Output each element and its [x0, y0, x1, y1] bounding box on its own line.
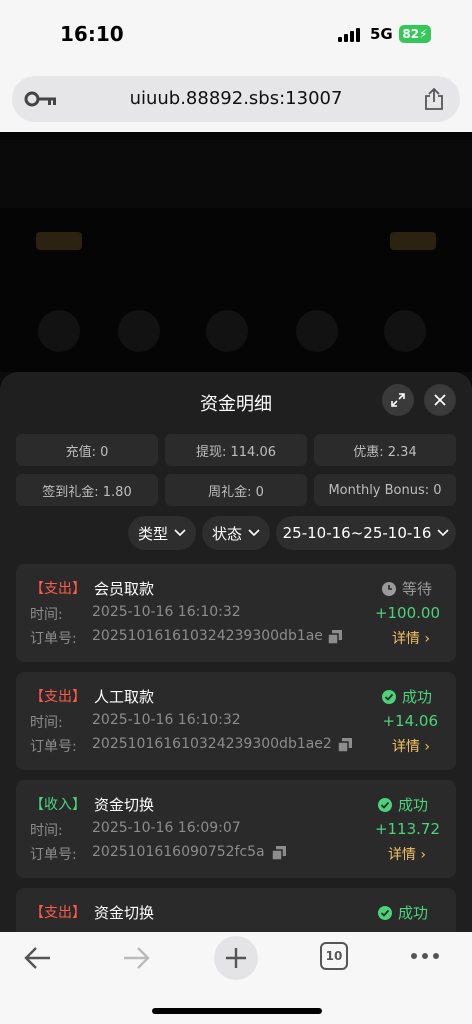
background-icon: [118, 310, 160, 352]
order-number: 2025101616090752fc5a: [92, 844, 265, 860]
background-icon: [38, 310, 80, 352]
transaction-card[interactable]: 【收入】 资金切换 时间: 2025-10-16 16:09:07 订单号: 2…: [16, 780, 456, 878]
time-label: 时间:: [30, 823, 63, 839]
close-button[interactable]: [424, 384, 456, 416]
order-label: 订单号:: [30, 847, 77, 863]
stat-checkin-bonus: 签到礼金: 1.80: [16, 474, 158, 506]
tabs-button[interactable]: 10: [320, 942, 348, 970]
transaction-status: 成功: [381, 686, 432, 707]
transaction-amount: +14.06: [382, 712, 438, 730]
tab-count: 10: [325, 949, 343, 963]
time-label: 时间:: [30, 607, 63, 623]
time-label: 时间:: [30, 715, 63, 731]
date-range-label: 25-10-16~25-10-16: [282, 524, 432, 542]
network-type: 5G: [370, 25, 393, 43]
order-label: 订单号:: [30, 631, 77, 647]
transaction-title: 资金切换: [94, 796, 155, 814]
address-bar[interactable]: uiuub.88892.sbs:13007: [12, 76, 460, 122]
detail-label: 详情: [391, 631, 420, 647]
chevron-down-icon: [248, 529, 260, 537]
transaction-title: 会员取款: [94, 580, 155, 598]
expand-icon: [391, 393, 405, 407]
back-arrow-icon[interactable]: [22, 944, 54, 972]
status-filter[interactable]: 状态: [202, 516, 270, 550]
type-filter-label: 类型: [137, 524, 168, 543]
detail-label: 详情: [391, 739, 420, 755]
check-circle-icon: [381, 689, 396, 704]
stat-recharge: 充值: 0: [16, 434, 158, 466]
detail-link[interactable]: 详情 ›: [392, 736, 430, 756]
fund-details-sheet: 资金明细 充值: 0 提现: 114.06 优惠: 2.34 签到礼金: 1.8…: [0, 372, 472, 932]
transaction-status: 成功: [377, 902, 428, 923]
share-icon[interactable]: [424, 87, 444, 111]
close-icon: [434, 394, 446, 406]
signal-icon: [338, 26, 360, 42]
detail-link[interactable]: 详情 ›: [392, 628, 430, 648]
browser-toolbar: uiuub.88892.sbs:13007: [0, 70, 472, 132]
stat-weekly-bonus: 周礼金: 0: [165, 474, 307, 506]
status-bar: 16:10 5G 82 ⚡: [0, 0, 472, 70]
new-tab-button[interactable]: [214, 936, 258, 980]
chevron-down-icon: [174, 529, 186, 537]
type-filter[interactable]: 类型: [128, 516, 196, 550]
transaction-title: 人工取款: [94, 688, 155, 706]
status-text: 成功: [397, 796, 428, 814]
background-icon: [384, 310, 426, 352]
detail-link[interactable]: 详情 ›: [388, 844, 426, 864]
transaction-type-tag: 【支出】: [30, 689, 86, 705]
transaction-type-tag: 【支出】: [30, 905, 86, 921]
transaction-card[interactable]: 【支出】 资金切换 成功: [16, 888, 456, 932]
transaction-type-tag: 【收入】: [30, 797, 86, 813]
status-filter-label: 状态: [211, 524, 242, 543]
order-label: 订单号:: [30, 739, 77, 755]
check-circle-icon: [377, 905, 392, 920]
transaction-status: 成功: [377, 794, 428, 815]
transaction-amount: +113.72: [374, 820, 440, 838]
background-icon: [206, 310, 248, 352]
stat-discount: 优惠: 2.34: [314, 434, 456, 466]
detail-label: 详情: [387, 847, 416, 863]
background-header: [0, 140, 472, 208]
chevron-down-icon: [437, 529, 449, 537]
transaction-title: 资金切换: [94, 904, 155, 922]
transaction-time: 2025-10-16 16:10:32: [92, 712, 241, 728]
plus-icon: [226, 948, 246, 968]
home-indicator: [152, 1008, 322, 1014]
transaction-time: 2025-10-16 16:10:32: [92, 604, 241, 620]
battery-level: 82: [402, 27, 420, 41]
more-icon[interactable]: [410, 952, 440, 960]
date-range-filter[interactable]: 25-10-16~25-10-16: [276, 516, 456, 550]
transaction-status: 等待: [381, 578, 432, 599]
status-text: 成功: [401, 688, 432, 706]
battery-icon: 82 ⚡: [399, 25, 431, 43]
status-text: 等待: [401, 580, 432, 598]
order-number: 202510161610324239300db1ae2: [92, 736, 332, 752]
background-page: [0, 132, 472, 372]
stat-monthly-bonus: Monthly Bonus: 0: [314, 474, 456, 506]
order-number: 202510161610324239300db1ae: [92, 628, 323, 644]
copy-icon[interactable]: [328, 630, 342, 644]
transaction-type-tag: 【支出】: [30, 581, 86, 597]
background-badge: [390, 232, 436, 250]
transaction-card[interactable]: 【支出】 人工取款 时间: 2025-10-16 16:10:32 订单号: 2…: [16, 672, 456, 770]
stat-withdraw: 提现: 114.06: [165, 434, 307, 466]
background-icon: [296, 310, 338, 352]
copy-icon[interactable]: [338, 738, 352, 752]
transaction-card[interactable]: 【支出】 会员取款 时间: 2025-10-16 16:10:32 订单号: 2…: [16, 564, 456, 662]
copy-icon[interactable]: [272, 846, 286, 860]
check-circle-icon: [377, 797, 392, 812]
transaction-amount: +100.00: [374, 604, 440, 622]
transaction-time: 2025-10-16 16:09:07: [92, 820, 241, 836]
status-text: 成功: [397, 904, 428, 922]
url-text[interactable]: uiuub.88892.sbs:13007: [12, 88, 460, 109]
clock: 16:10: [60, 22, 124, 46]
background-badge: [36, 232, 82, 250]
clock-icon: [381, 581, 396, 596]
forward-arrow-icon[interactable]: [120, 944, 152, 972]
expand-button[interactable]: [382, 384, 414, 416]
